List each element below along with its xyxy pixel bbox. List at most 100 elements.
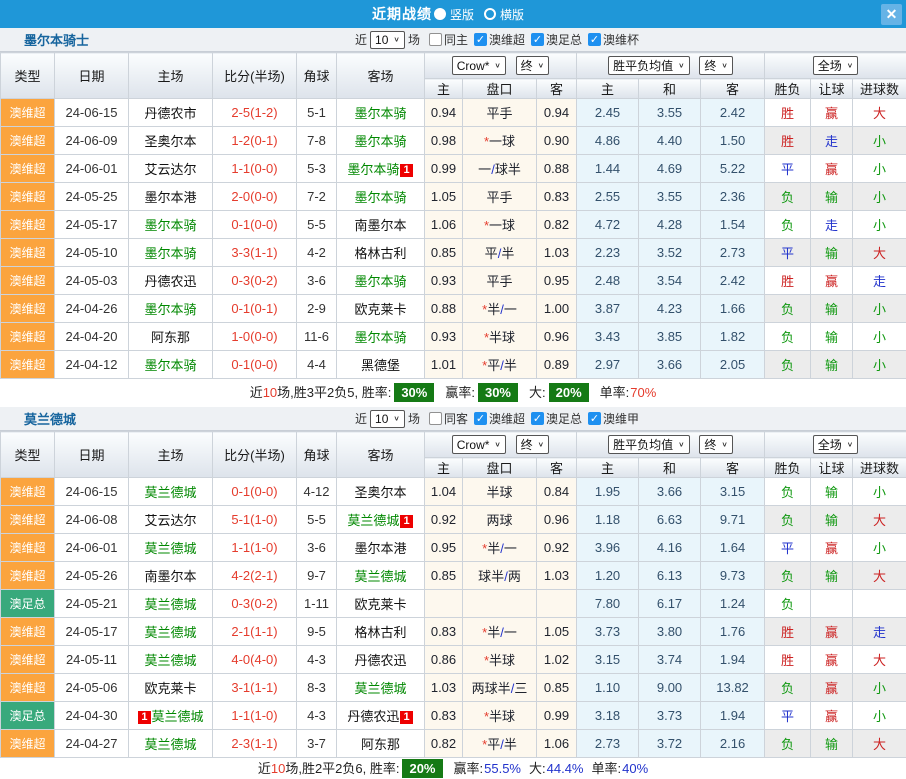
league-checkbox[interactable]: ✓ bbox=[588, 33, 601, 46]
league-type-cell: 澳维超 bbox=[1, 618, 55, 646]
match-count-select[interactable]: 10 ∨ bbox=[370, 410, 405, 428]
score-cell: 2-3(1-1) bbox=[213, 730, 297, 758]
col-header-away: 客场 bbox=[337, 432, 425, 478]
league-type-cell: 澳维超 bbox=[1, 127, 55, 155]
avg-win-cell: 3.96 bbox=[577, 534, 639, 562]
corners-cell: 9-7 bbox=[297, 562, 337, 590]
radio-horizontal-layout[interactable]: 横版 bbox=[484, 6, 524, 23]
match-count-select[interactable]: 10 ∨ bbox=[370, 31, 405, 49]
away-team-cell: 墨尔本港 bbox=[337, 534, 425, 562]
away-team-cell: 丹德农迅 bbox=[337, 646, 425, 674]
goals-cell bbox=[853, 590, 906, 618]
odds-company-select[interactable]: Crow*∨ bbox=[452, 435, 506, 454]
avg-time-select[interactable]: 终∨ bbox=[699, 56, 733, 75]
odds-company-select[interactable]: Crow*∨ bbox=[452, 56, 506, 75]
home-odds-cell bbox=[425, 590, 463, 618]
score-cell: 3-3(1-1) bbox=[213, 239, 297, 267]
away-team-cell: 欧克莱卡 bbox=[337, 295, 425, 323]
score-cell: 1-0(0-0) bbox=[213, 323, 297, 351]
away-odds-cell: 0.85 bbox=[537, 674, 577, 702]
league-label: 澳维甲 bbox=[603, 410, 639, 427]
avg-win-cell: 4.86 bbox=[577, 127, 639, 155]
league-label: 澳足总 bbox=[546, 31, 582, 48]
league-type-cell: 澳维超 bbox=[1, 323, 55, 351]
col-header-score: 比分(半场) bbox=[213, 53, 297, 99]
scope-select[interactable]: 全场∨ bbox=[813, 56, 859, 75]
chevron-down-icon: ∨ bbox=[393, 35, 400, 44]
home-team-cell: 艾云达尔 bbox=[129, 506, 213, 534]
avg-win-cell: 1.20 bbox=[577, 562, 639, 590]
league-checkbox[interactable]: ✓ bbox=[531, 412, 544, 425]
away-team-cell: 圣奥尔本 bbox=[337, 478, 425, 506]
games-label: 场 bbox=[408, 410, 420, 427]
col-header-avg-draw: 和 bbox=[639, 79, 701, 99]
away-odds-cell: 0.96 bbox=[537, 506, 577, 534]
odds-group-header: Crow*∨ 终∨ bbox=[425, 432, 577, 458]
same-venue-checkbox[interactable]: ✓ bbox=[429, 412, 442, 425]
goals-cell: 小 bbox=[853, 702, 906, 730]
handicap-cell: 两球 bbox=[463, 506, 537, 534]
avg-win-cell: 3.15 bbox=[577, 646, 639, 674]
league-checkbox[interactable]: ✓ bbox=[531, 33, 544, 46]
away-odds-cell: 0.82 bbox=[537, 211, 577, 239]
scope-select[interactable]: 全场∨ bbox=[813, 435, 859, 454]
away-odds-cell: 0.83 bbox=[537, 183, 577, 211]
league-type-cell: 澳维超 bbox=[1, 674, 55, 702]
close-button[interactable]: ✕ bbox=[881, 4, 902, 25]
score-cell: 0-3(0-2) bbox=[213, 590, 297, 618]
handicap-result-cell bbox=[811, 590, 853, 618]
avg-win-cell: 7.80 bbox=[577, 590, 639, 618]
home-odds-cell: 0.85 bbox=[425, 562, 463, 590]
date-cell: 24-06-01 bbox=[55, 155, 129, 183]
corners-cell: 4-2 bbox=[297, 239, 337, 267]
red-card-badge: 1 bbox=[400, 164, 412, 177]
avg-draw-cell: 3.72 bbox=[639, 730, 701, 758]
avg-win-cell: 1.44 bbox=[577, 155, 639, 183]
result-cell: 胜 bbox=[765, 99, 811, 127]
league-type-cell: 澳维超 bbox=[1, 155, 55, 183]
avg-time-select[interactable]: 终∨ bbox=[699, 435, 733, 454]
avg-odds-select[interactable]: 胜平负均值∨ bbox=[608, 56, 690, 75]
league-checkbox[interactable]: ✓ bbox=[474, 33, 487, 46]
avg-draw-cell: 6.63 bbox=[639, 506, 701, 534]
handicap-cell: 一/球半 bbox=[463, 155, 537, 183]
match-row: 澳维超24-05-10墨尔本骑3-3(1-1)4-2格林古利0.85平/半1.0… bbox=[1, 239, 906, 267]
near-label: 近 bbox=[355, 31, 367, 48]
handicap-cell: *半球 bbox=[463, 323, 537, 351]
games-label: 场 bbox=[408, 31, 420, 48]
league-type-cell: 澳维超 bbox=[1, 239, 55, 267]
goals-cell: 大 bbox=[853, 730, 906, 758]
corners-cell: 7-2 bbox=[297, 183, 337, 211]
match-row: 澳足总24-04-301莫兰德城1-1(1-0)4-3丹德农迅10.83*半球0… bbox=[1, 702, 906, 730]
avg-draw-cell: 3.80 bbox=[639, 618, 701, 646]
red-card-badge: 1 bbox=[400, 515, 412, 528]
home-odds-cell: 0.94 bbox=[425, 99, 463, 127]
league-checkbox[interactable]: ✓ bbox=[474, 412, 487, 425]
col-header-avg-home: 主 bbox=[577, 458, 639, 478]
goals-cell: 小 bbox=[853, 127, 906, 155]
away-odds-cell: 0.96 bbox=[537, 323, 577, 351]
col-header-handicap-result: 让球 bbox=[811, 79, 853, 99]
handicap-result-cell: 输 bbox=[811, 730, 853, 758]
goals-cell: 小 bbox=[853, 295, 906, 323]
radio-horizontal-label: 横版 bbox=[500, 6, 524, 23]
away-odds-cell bbox=[537, 590, 577, 618]
filter-controls: 近 10 ∨ 场 ✓ 同主 ✓ 澳维超 ✓ 澳足总 ✓ 澳维杯 bbox=[352, 28, 639, 51]
odds-time-select[interactable]: 终∨ bbox=[516, 435, 550, 454]
radio-unselected-icon bbox=[484, 8, 496, 20]
radio-vertical-layout[interactable]: 竖版 bbox=[434, 6, 474, 23]
avg-time-value: 终 bbox=[704, 57, 716, 74]
date-cell: 24-06-15 bbox=[55, 478, 129, 506]
avg-draw-cell: 3.66 bbox=[639, 351, 701, 379]
match-row: 澳维超24-04-20阿东那1-0(0-0)11-6墨尔本骑0.93*半球0.9… bbox=[1, 323, 906, 351]
summary-count: 10 bbox=[271, 761, 285, 776]
odds-time-select[interactable]: 终∨ bbox=[516, 56, 550, 75]
result-cell: 负 bbox=[765, 674, 811, 702]
league-checkbox[interactable]: ✓ bbox=[588, 412, 601, 425]
score-cell: 5-1(1-0) bbox=[213, 506, 297, 534]
handicap-cell: *半/一 bbox=[463, 295, 537, 323]
same-venue-checkbox[interactable]: ✓ bbox=[429, 33, 442, 46]
match-row: 澳维超24-06-15莫兰德城0-1(0-0)4-12圣奥尔本1.04半球0.8… bbox=[1, 478, 906, 506]
score-cell: 4-0(4-0) bbox=[213, 646, 297, 674]
avg-odds-select[interactable]: 胜平负均值∨ bbox=[608, 435, 690, 454]
